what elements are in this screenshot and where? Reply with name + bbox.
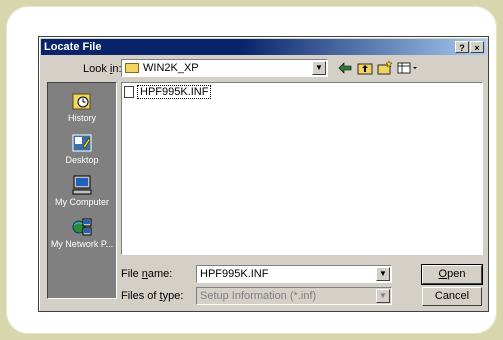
- look-in-dropdown[interactable]: WIN2K_XP ▼: [121, 59, 328, 77]
- place-my-network[interactable]: My Network P...: [48, 217, 116, 249]
- place-desktop[interactable]: Desktop: [48, 133, 116, 165]
- locate-file-dialog: Locate File ? × Look in: WIN2K_XP ▼ Hist…: [38, 36, 489, 312]
- open-button[interactable]: Open: [421, 264, 483, 285]
- cancel-button[interactable]: Cancel: [422, 287, 482, 306]
- place-label: My Network P...: [50, 239, 114, 249]
- file-type-label-pre: Files of: [121, 290, 160, 302]
- up-folder-icon[interactable]: [357, 60, 373, 76]
- place-label: History: [67, 113, 96, 123]
- file-type-dropdown: Setup Information (*.inf) ▼: [196, 287, 392, 305]
- place-label: My Computer: [54, 197, 109, 207]
- place-history[interactable]: History: [48, 91, 116, 123]
- chevron-down-icon[interactable]: ▼: [312, 61, 326, 75]
- file-type-label: Files of type:: [121, 290, 183, 302]
- file-name-field[interactable]: HPF995K.INF ▼: [196, 265, 392, 283]
- place-label: Desktop: [65, 155, 99, 165]
- inf-file-icon: [124, 86, 134, 98]
- file-name-label-post: ame:: [147, 268, 173, 280]
- file-name: HPF995K.INF: [137, 85, 212, 99]
- network-places-icon: [72, 218, 92, 236]
- chevron-down-icon[interactable]: ▼: [376, 267, 390, 281]
- close-button[interactable]: ×: [470, 41, 484, 53]
- file-type-label-post: ype:: [162, 290, 184, 302]
- my-computer-icon: [72, 175, 92, 195]
- place-my-computer[interactable]: My Computer: [48, 175, 116, 207]
- file-name-label: File name:: [121, 268, 172, 280]
- help-button[interactable]: ?: [455, 41, 469, 53]
- open-button-rest: pen: [447, 268, 466, 280]
- look-in-value: WIN2K_XP: [143, 62, 199, 74]
- file-type-value: Setup Information (*.inf): [200, 290, 317, 302]
- view-menu-icon[interactable]: [397, 60, 419, 76]
- chevron-down-icon: ▼: [376, 289, 390, 303]
- file-name-label-pre: File: [121, 268, 142, 280]
- page-background: Locate File ? × Look in: WIN2K_XP ▼ Hist…: [0, 0, 503, 340]
- open-button-accel: O: [438, 268, 448, 280]
- file-name-value: HPF995K.INF: [200, 268, 269, 280]
- dialog-title: Locate File: [44, 41, 102, 53]
- look-in-label-pre: Look: [83, 63, 110, 75]
- file-list[interactable]: HPF995K.INF: [121, 82, 483, 255]
- desktop-icon: [72, 134, 92, 152]
- new-folder-icon[interactable]: [377, 60, 393, 76]
- back-arrow-icon[interactable]: [337, 60, 353, 76]
- look-in-label: Look in:: [83, 63, 122, 75]
- title-bar[interactable]: Locate File ? ×: [41, 39, 486, 55]
- places-bar: History Desktop My Computer My Network P…: [47, 82, 117, 299]
- history-icon: [72, 93, 91, 110]
- folder-icon: [125, 63, 139, 73]
